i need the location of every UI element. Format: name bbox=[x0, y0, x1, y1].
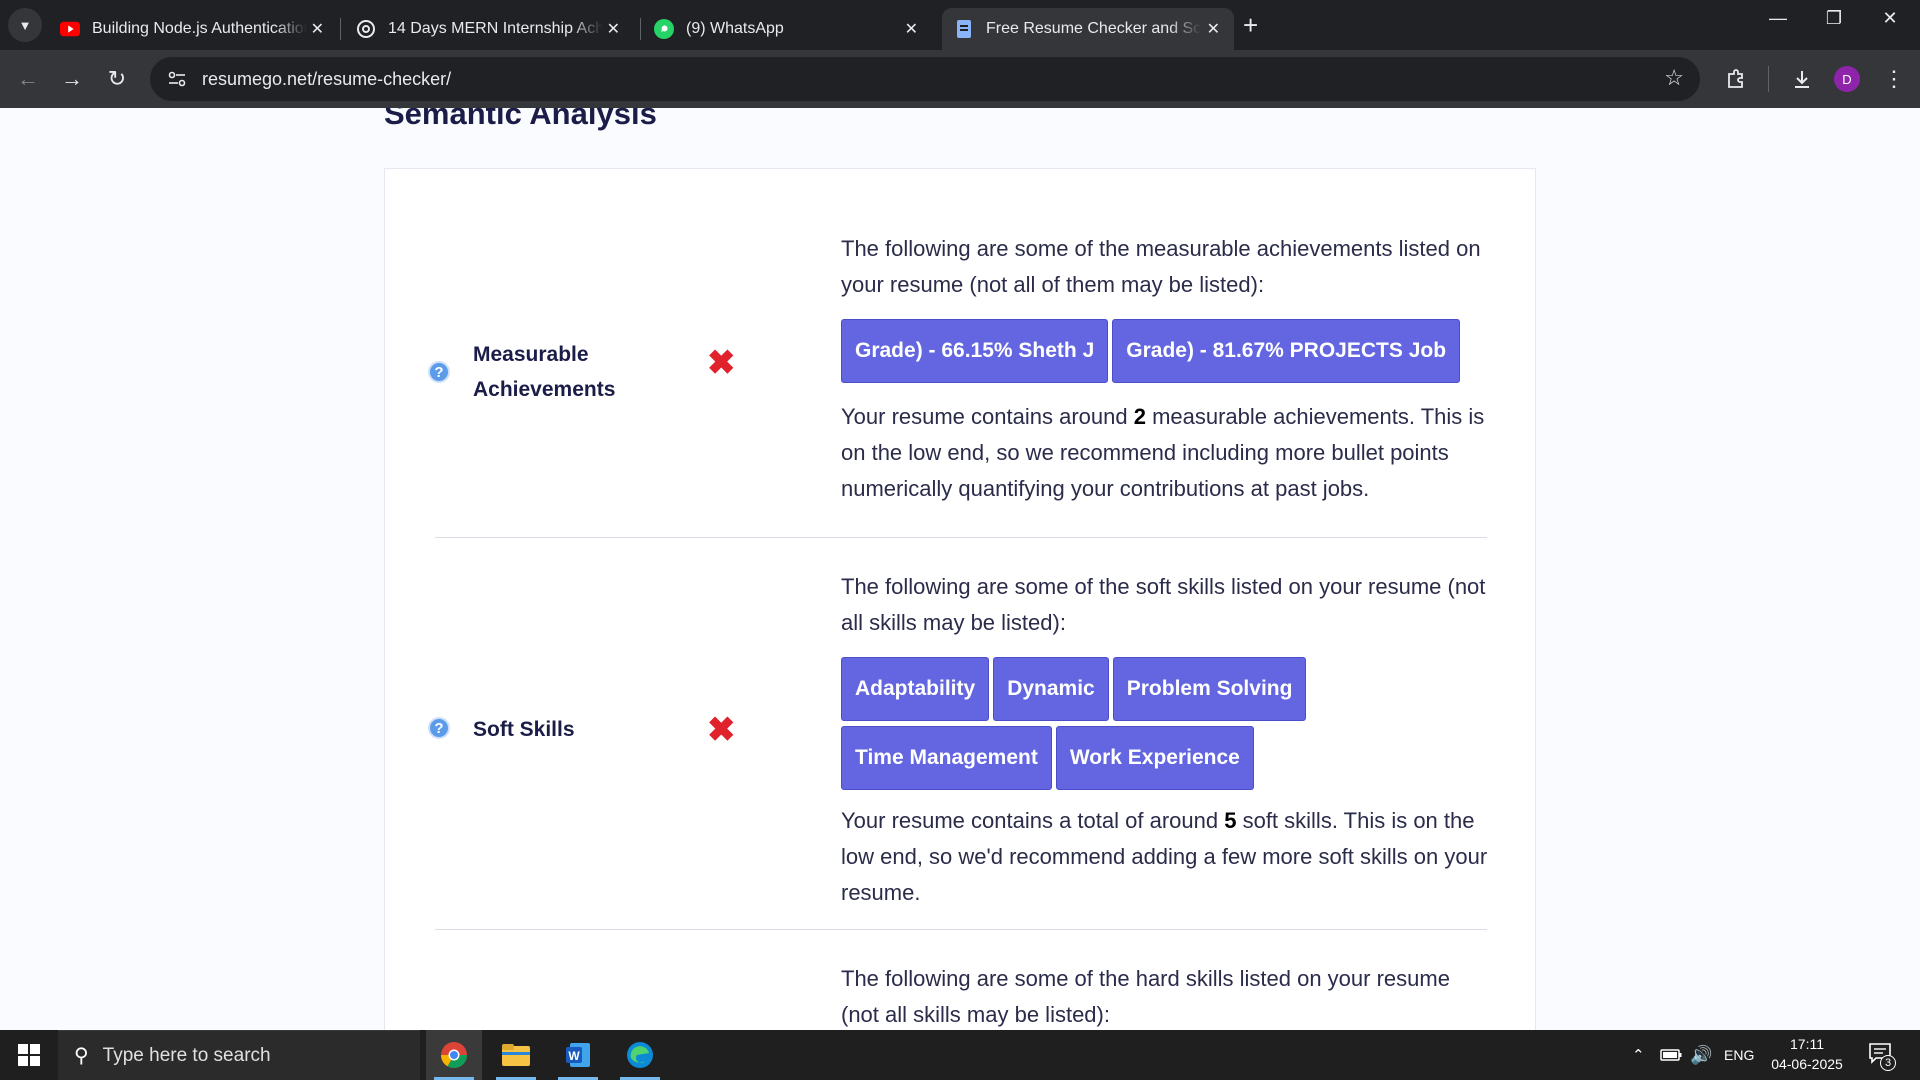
svg-text:W: W bbox=[568, 1049, 580, 1063]
tab-resume-checker[interactable]: Free Resume Checker and Scanner ✕ bbox=[942, 8, 1234, 50]
minimize-icon[interactable]: — bbox=[1758, 8, 1798, 29]
forward-arrow-icon[interactable]: → bbox=[56, 63, 88, 95]
toolbar-divider bbox=[1768, 66, 1769, 92]
taskbar-search[interactable]: ⚲ Type here to search bbox=[58, 1030, 420, 1080]
bookmark-star-icon[interactable]: ☆ bbox=[1664, 65, 1684, 91]
windows-taskbar: ⚲ Type here to search W ⌃ 🔊 ENG 17:11 04… bbox=[0, 1030, 1920, 1080]
tab-youtube[interactable]: Building Node.js Authentication ✕ bbox=[48, 8, 338, 50]
search-icon: ⚲ bbox=[74, 1045, 89, 1067]
document-icon bbox=[954, 19, 974, 39]
tab-whatsapp[interactable]: (9) WhatsApp ✕ bbox=[642, 8, 932, 50]
soft-skills-summary: Your resume contains a total of around 5… bbox=[841, 803, 1491, 911]
row-divider bbox=[435, 929, 1487, 930]
tab-title: (9) WhatsApp bbox=[686, 20, 784, 37]
close-tab-icon[interactable]: ✕ bbox=[311, 19, 324, 39]
browser-toolbar: ← → ↻ resumego.net/resume-checker/ ☆ ⋮ bbox=[0, 50, 1920, 108]
hard-skills-intro-text: The following are some of the hard skill… bbox=[841, 966, 1450, 1027]
fail-x-icon: ✖ bbox=[707, 344, 736, 382]
kebab-menu-icon[interactable]: ⋮ bbox=[1878, 63, 1910, 95]
tab-separator bbox=[340, 18, 341, 40]
edge-app-icon[interactable] bbox=[612, 1030, 668, 1080]
achievement-count: 2 bbox=[1133, 404, 1146, 429]
close-tab-icon[interactable]: ✕ bbox=[905, 19, 918, 39]
analysis-card: ? Measurable Achievements ✖ The followin… bbox=[384, 168, 1536, 1030]
speaker-volume-icon[interactable]: 🔊 bbox=[1690, 1030, 1712, 1080]
section-title: Semantic Analysis bbox=[384, 108, 657, 131]
tab-title: Building Node.js Authentication bbox=[92, 20, 307, 37]
measurable-summary: Your resume contains around 2 measurable… bbox=[841, 399, 1491, 507]
tab-mern-internship[interactable]: 14 Days MERN Internship Achievement ✕ bbox=[344, 8, 634, 50]
tab-title: 14 Days MERN Internship Achievement bbox=[388, 20, 603, 37]
reload-icon[interactable]: ↻ bbox=[101, 63, 133, 95]
url-text: resumego.net/resume-checker/ bbox=[202, 68, 452, 89]
file-explorer-icon[interactable] bbox=[488, 1030, 544, 1080]
help-question-icon[interactable]: ? bbox=[428, 361, 450, 383]
browser-tab-strip: ▼ Building Node.js Authentication ✕ 14 D… bbox=[0, 0, 1920, 50]
measurable-tags: Grade) - 66.15% Sheth J Grade) - 81.67% … bbox=[841, 319, 1491, 388]
skill-tag: Time Management bbox=[841, 726, 1052, 790]
skill-tag: Dynamic bbox=[993, 657, 1109, 721]
achievement-tag: Grade) - 66.15% Sheth J bbox=[841, 319, 1109, 383]
skill-tag: Adaptability bbox=[841, 657, 990, 721]
tab-search-chevron-icon[interactable]: ▼ bbox=[8, 8, 42, 42]
youtube-icon bbox=[60, 19, 80, 39]
soft-skills-intro-text: The following are some of the soft skill… bbox=[841, 574, 1486, 635]
search-placeholder: Type here to search bbox=[102, 1044, 271, 1066]
battery-icon[interactable] bbox=[1660, 1030, 1682, 1080]
clock-time: 17:11 bbox=[1790, 1036, 1824, 1052]
tab-title: Free Resume Checker and Scanner bbox=[986, 20, 1201, 37]
summary-text: Your resume contains around bbox=[841, 404, 1134, 429]
notification-count-badge: 3 bbox=[1880, 1055, 1896, 1071]
new-tab-plus-icon[interactable]: + bbox=[1243, 10, 1258, 40]
close-tab-icon[interactable]: ✕ bbox=[1207, 19, 1220, 39]
tab-separator bbox=[640, 18, 641, 40]
show-hidden-icons-chevron-icon[interactable]: ⌃ bbox=[1632, 1030, 1645, 1080]
address-bar[interactable]: resumego.net/resume-checker/ ☆ bbox=[150, 57, 1700, 101]
profile-avatar[interactable]: D bbox=[1834, 66, 1860, 92]
restore-window-icon[interactable]: ❐ bbox=[1814, 8, 1854, 29]
fail-x-icon: ✖ bbox=[707, 711, 736, 749]
row-label-soft-skills: Soft Skills bbox=[473, 718, 575, 741]
site-info-icon[interactable] bbox=[164, 66, 190, 92]
chatgpt-icon bbox=[356, 19, 376, 39]
close-tab-icon[interactable]: ✕ bbox=[607, 19, 620, 39]
clock-date: 04-06-2025 bbox=[1771, 1056, 1843, 1072]
taskbar-clock[interactable]: 17:11 04-06-2025 bbox=[1762, 1034, 1852, 1074]
summary-text: Your resume contains a total of around bbox=[841, 808, 1225, 833]
word-app-icon[interactable]: W bbox=[550, 1030, 606, 1080]
extensions-puzzle-icon[interactable] bbox=[1720, 63, 1752, 95]
chrome-app-icon[interactable] bbox=[426, 1030, 482, 1080]
row-label-measurable-achievements: Measurable Achievements bbox=[473, 343, 616, 401]
achievement-tag: Grade) - 81.67% PROJECTS Job bbox=[1112, 319, 1461, 383]
skill-tag: Problem Solving bbox=[1112, 657, 1307, 721]
soft-skills-tags: Adaptability Dynamic Problem Solving Tim… bbox=[841, 657, 1491, 795]
help-question-icon[interactable]: ? bbox=[428, 717, 450, 739]
close-window-icon[interactable]: ✕ bbox=[1870, 8, 1910, 29]
language-indicator[interactable]: ENG bbox=[1724, 1030, 1754, 1080]
windows-start-icon[interactable] bbox=[18, 1044, 40, 1066]
download-icon[interactable] bbox=[1786, 63, 1818, 95]
page-viewport[interactable]: Semantic Analysis ? Measurable Achieveme… bbox=[0, 108, 1920, 1030]
skill-tag: Work Experience bbox=[1055, 726, 1254, 790]
back-arrow-icon[interactable]: ← bbox=[12, 63, 44, 95]
soft-skill-count: 5 bbox=[1224, 808, 1237, 833]
measurable-intro-text: The following are some of the measurable… bbox=[841, 236, 1481, 297]
whatsapp-icon bbox=[654, 19, 674, 39]
row-divider bbox=[435, 537, 1487, 538]
